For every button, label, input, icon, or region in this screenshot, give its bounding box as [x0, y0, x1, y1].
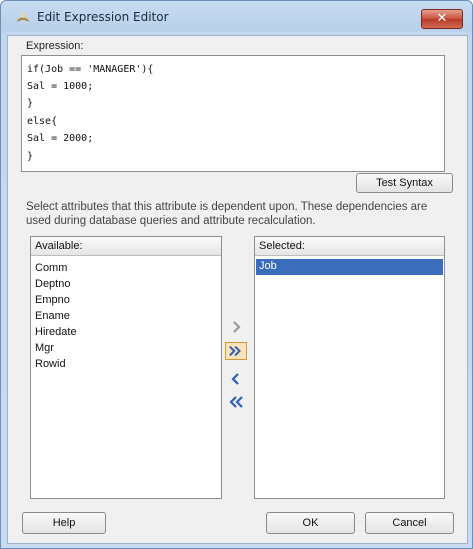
cancel-button[interactable]: Cancel [365, 512, 454, 534]
code-line: if(Job == 'MANAGER'){ [27, 64, 154, 75]
code-line: } [27, 98, 34, 109]
list-item[interactable]: Hiredate [35, 326, 77, 338]
list-item[interactable]: Rowid [35, 358, 66, 370]
expression-label: Expression: [26, 40, 84, 52]
instructions-line-1: Select attributes that this attribute is… [26, 201, 428, 213]
move-left-icon[interactable] [225, 370, 247, 388]
code-line: } [27, 151, 34, 162]
instructions-line-2: used during database queries and attribu… [26, 215, 316, 227]
list-item[interactable]: Empno [35, 294, 70, 306]
close-icon: ✕ [436, 11, 448, 26]
selected-list[interactable]: Selected: Job [254, 236, 445, 499]
available-header: Available: [31, 237, 221, 256]
selected-header: Selected: [255, 237, 444, 256]
title-bar[interactable]: Edit Expression Editor ✕ [1, 1, 472, 35]
ok-button[interactable]: OK [266, 512, 355, 534]
list-item[interactable]: Ename [35, 310, 70, 322]
list-item[interactable]: Deptno [35, 278, 70, 290]
expression-editor[interactable]: if(Job == 'MANAGER'){ Sal = 1000; } else… [21, 55, 445, 172]
move-all-left-icon[interactable] [225, 393, 247, 411]
test-syntax-button[interactable]: Test Syntax [356, 173, 453, 193]
app-icon [17, 12, 29, 22]
code-line: else{ [27, 116, 58, 127]
list-item[interactable]: Mgr [35, 342, 54, 354]
move-right-icon[interactable] [225, 318, 247, 336]
close-button[interactable]: ✕ [421, 9, 463, 29]
window-title: Edit Expression Editor [37, 10, 169, 24]
move-all-right-icon[interactable] [225, 342, 247, 360]
selected-item[interactable]: Job [256, 259, 443, 275]
code-line: Sal = 2000; [27, 133, 94, 144]
list-item[interactable]: Comm [35, 262, 67, 274]
code-line: Sal = 1000; [27, 81, 94, 92]
available-list[interactable]: Available: Comm Deptno Empno Ename Hired… [30, 236, 222, 499]
help-button[interactable]: Help [22, 512, 106, 534]
